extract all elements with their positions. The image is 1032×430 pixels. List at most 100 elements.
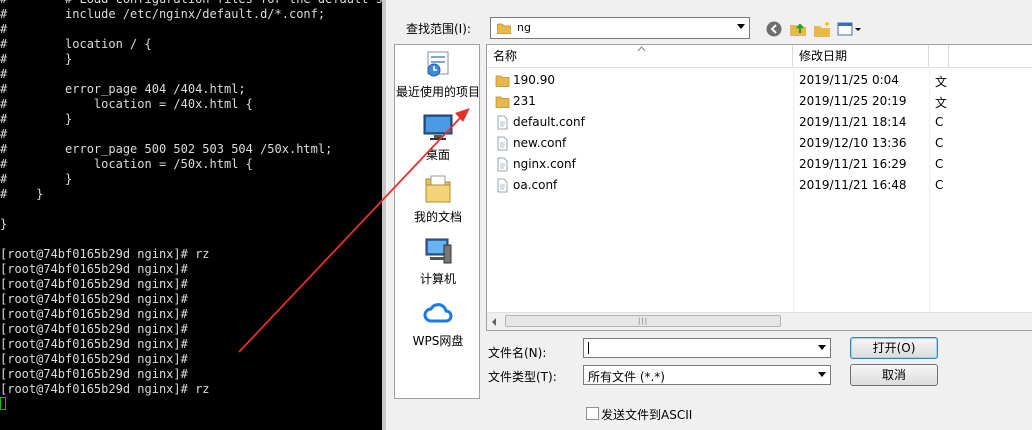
column-header-date-label: 修改日期: [799, 49, 848, 63]
terminal-line: # location = /50x.html {: [0, 157, 253, 171]
terminal-line: }: [0, 217, 8, 231]
terminal-cursor: [0, 397, 6, 410]
folder-icon: [495, 75, 510, 87]
ascii-checkbox[interactable]: [586, 407, 599, 420]
filename-label: 文件名(N):: [488, 346, 547, 360]
terminal-line: [root@74bf0165b29d nginx]#: [0, 307, 188, 321]
file-row[interactable]: oa.conf 2019/11/21 16:48 C: [487, 175, 1032, 196]
file-icon: [497, 178, 508, 193]
place-label: 我的文档: [413, 210, 462, 224]
terminal-line: # }: [0, 52, 73, 66]
scroll-left-icon[interactable]: [492, 318, 496, 326]
look-in-value: ng: [517, 21, 531, 34]
back-icon[interactable]: [764, 19, 784, 39]
place-documents[interactable]: 我的文档: [395, 173, 481, 235]
terminal-line: [root@74bf0165b29d nginx]#: [0, 322, 188, 336]
file-name: default.conf: [513, 115, 585, 129]
scrollbar-thumb[interactable]: |||: [505, 315, 781, 327]
file-type: 文: [935, 96, 948, 110]
desktop-icon: [423, 114, 453, 140]
terminal-line: #: [0, 127, 8, 141]
terminal-line: # # Load configuration files for the def…: [0, 0, 382, 7]
terminal-line: #: [0, 67, 8, 81]
place-desktop[interactable]: 桌面: [395, 111, 481, 173]
place-label: 计算机: [419, 272, 456, 286]
file-date: 2019/11/21 18:14: [799, 115, 907, 129]
file-row[interactable]: default.conf 2019/11/21 18:14 C: [487, 112, 1032, 133]
file-name: new.conf: [513, 136, 567, 150]
terminal-line: # error_page 500 502 503 504 /50x.html;: [0, 142, 333, 156]
folder-icon: [495, 96, 510, 108]
terminal-window[interactable]: # # Load configuration files for the def…: [0, 0, 382, 430]
place-computer[interactable]: 计算机: [395, 235, 481, 297]
file-name: 231: [513, 94, 536, 108]
terminal-line: [root@74bf0165b29d nginx]#: [0, 367, 188, 381]
file-date: 2019/11/25 20:19: [799, 94, 907, 108]
computer-icon: [425, 238, 452, 264]
column-header-date[interactable]: 修改日期: [793, 45, 929, 67]
file-name: 190.90: [513, 73, 555, 87]
column-header-name-label: 名称: [493, 49, 518, 63]
terminal-line: [root@74bf0165b29d nginx]#: [0, 337, 188, 351]
chevron-down-icon: [737, 24, 745, 29]
open-button[interactable]: 打开(O): [850, 337, 938, 359]
terminal-line: [root@74bf0165b29d nginx]#: [0, 262, 188, 276]
filetype-value: 所有文件 (*.*): [588, 370, 665, 384]
up-folder-icon[interactable]: [788, 19, 808, 39]
chevron-down-icon: [818, 372, 826, 377]
cancel-button[interactable]: 取消: [850, 364, 938, 386]
file-type: C: [935, 136, 944, 150]
file-icon: [497, 136, 508, 151]
filetype-select[interactable]: 所有文件 (*.*): [583, 365, 831, 385]
file-type: C: [935, 115, 944, 129]
terminal-line: # }: [0, 172, 73, 186]
recent-items-icon: [427, 51, 449, 77]
terminal-line: [root@74bf0165b29d nginx]#: [0, 292, 188, 306]
terminal-line: [root@74bf0165b29d nginx]# rz: [0, 382, 210, 396]
new-folder-icon[interactable]: [812, 19, 832, 39]
file-list[interactable]: 名称 修改日期 190.90 2019/11/25 0:04 文 231 2019/11…: [486, 44, 1032, 331]
place-wps-cloud[interactable]: WPS网盘: [395, 297, 481, 359]
file-type: C: [935, 157, 944, 171]
file-row[interactable]: 190.90 2019/11/25 0:04 文: [487, 70, 1032, 91]
terminal-line: # error_page 404 /404.html;: [0, 82, 246, 96]
file-name: oa.conf: [513, 178, 558, 192]
chevron-down-icon: [818, 345, 826, 350]
folder-icon: [497, 23, 511, 34]
terminal-line: # location / {: [0, 37, 152, 51]
filetype-label: 文件类型(T):: [488, 370, 557, 384]
file-date: 2019/11/21 16:29: [799, 157, 907, 171]
terminal-line: [root@74bf0165b29d nginx]# rz: [0, 247, 210, 261]
cloud-icon: [423, 303, 453, 323]
place-label: WPS网盘: [412, 334, 464, 348]
terminal-line: # }: [0, 187, 44, 201]
file-date: 2019/11/25 0:04: [799, 73, 899, 87]
ascii-checkbox-label: 发送文件到ASCII: [601, 408, 693, 422]
text-caret: [588, 342, 589, 354]
file-type: C: [935, 178, 944, 192]
documents-icon: [425, 175, 451, 203]
places-bar: 最近使用的项目 桌面 我的文档 计算机 WPS网盘: [394, 44, 480, 399]
file-row[interactable]: new.conf 2019/12/10 13:36 C: [487, 133, 1032, 154]
file-row[interactable]: nginx.conf 2019/11/21 16:29 C: [487, 154, 1032, 175]
horizontal-scrollbar[interactable]: |||: [487, 312, 1032, 330]
terminal-line: [root@74bf0165b29d nginx]#: [0, 352, 188, 366]
filename-input[interactable]: [583, 338, 831, 358]
view-menu-icon[interactable]: [836, 19, 862, 39]
file-row[interactable]: 231 2019/11/25 20:19 文: [487, 91, 1032, 112]
look-in-select[interactable]: ng: [490, 17, 750, 39]
file-icon: [497, 115, 508, 130]
terminal-line: # location = /40x.html {: [0, 97, 253, 111]
column-header-type[interactable]: [929, 45, 949, 67]
terminal-line: #: [0, 22, 8, 36]
place-recent-items[interactable]: 最近使用的项目: [395, 48, 481, 110]
terminal-line: # include /etc/nginx/default.d/*.conf;: [0, 7, 326, 21]
open-file-dialog: 查找范围(I): ng 最近使用的项目 桌面 我的文档 计算机 WPS网盘 名称…: [382, 0, 1032, 430]
file-name: nginx.conf: [513, 157, 576, 171]
place-label: 桌面: [425, 148, 450, 162]
look-in-label: 查找范围(I):: [406, 22, 471, 36]
file-type: 文: [935, 75, 948, 89]
place-label: 最近使用的项目: [395, 85, 480, 99]
file-date: 2019/11/21 16:48: [799, 178, 907, 192]
terminal-line: [root@74bf0165b29d nginx]#: [0, 277, 188, 291]
